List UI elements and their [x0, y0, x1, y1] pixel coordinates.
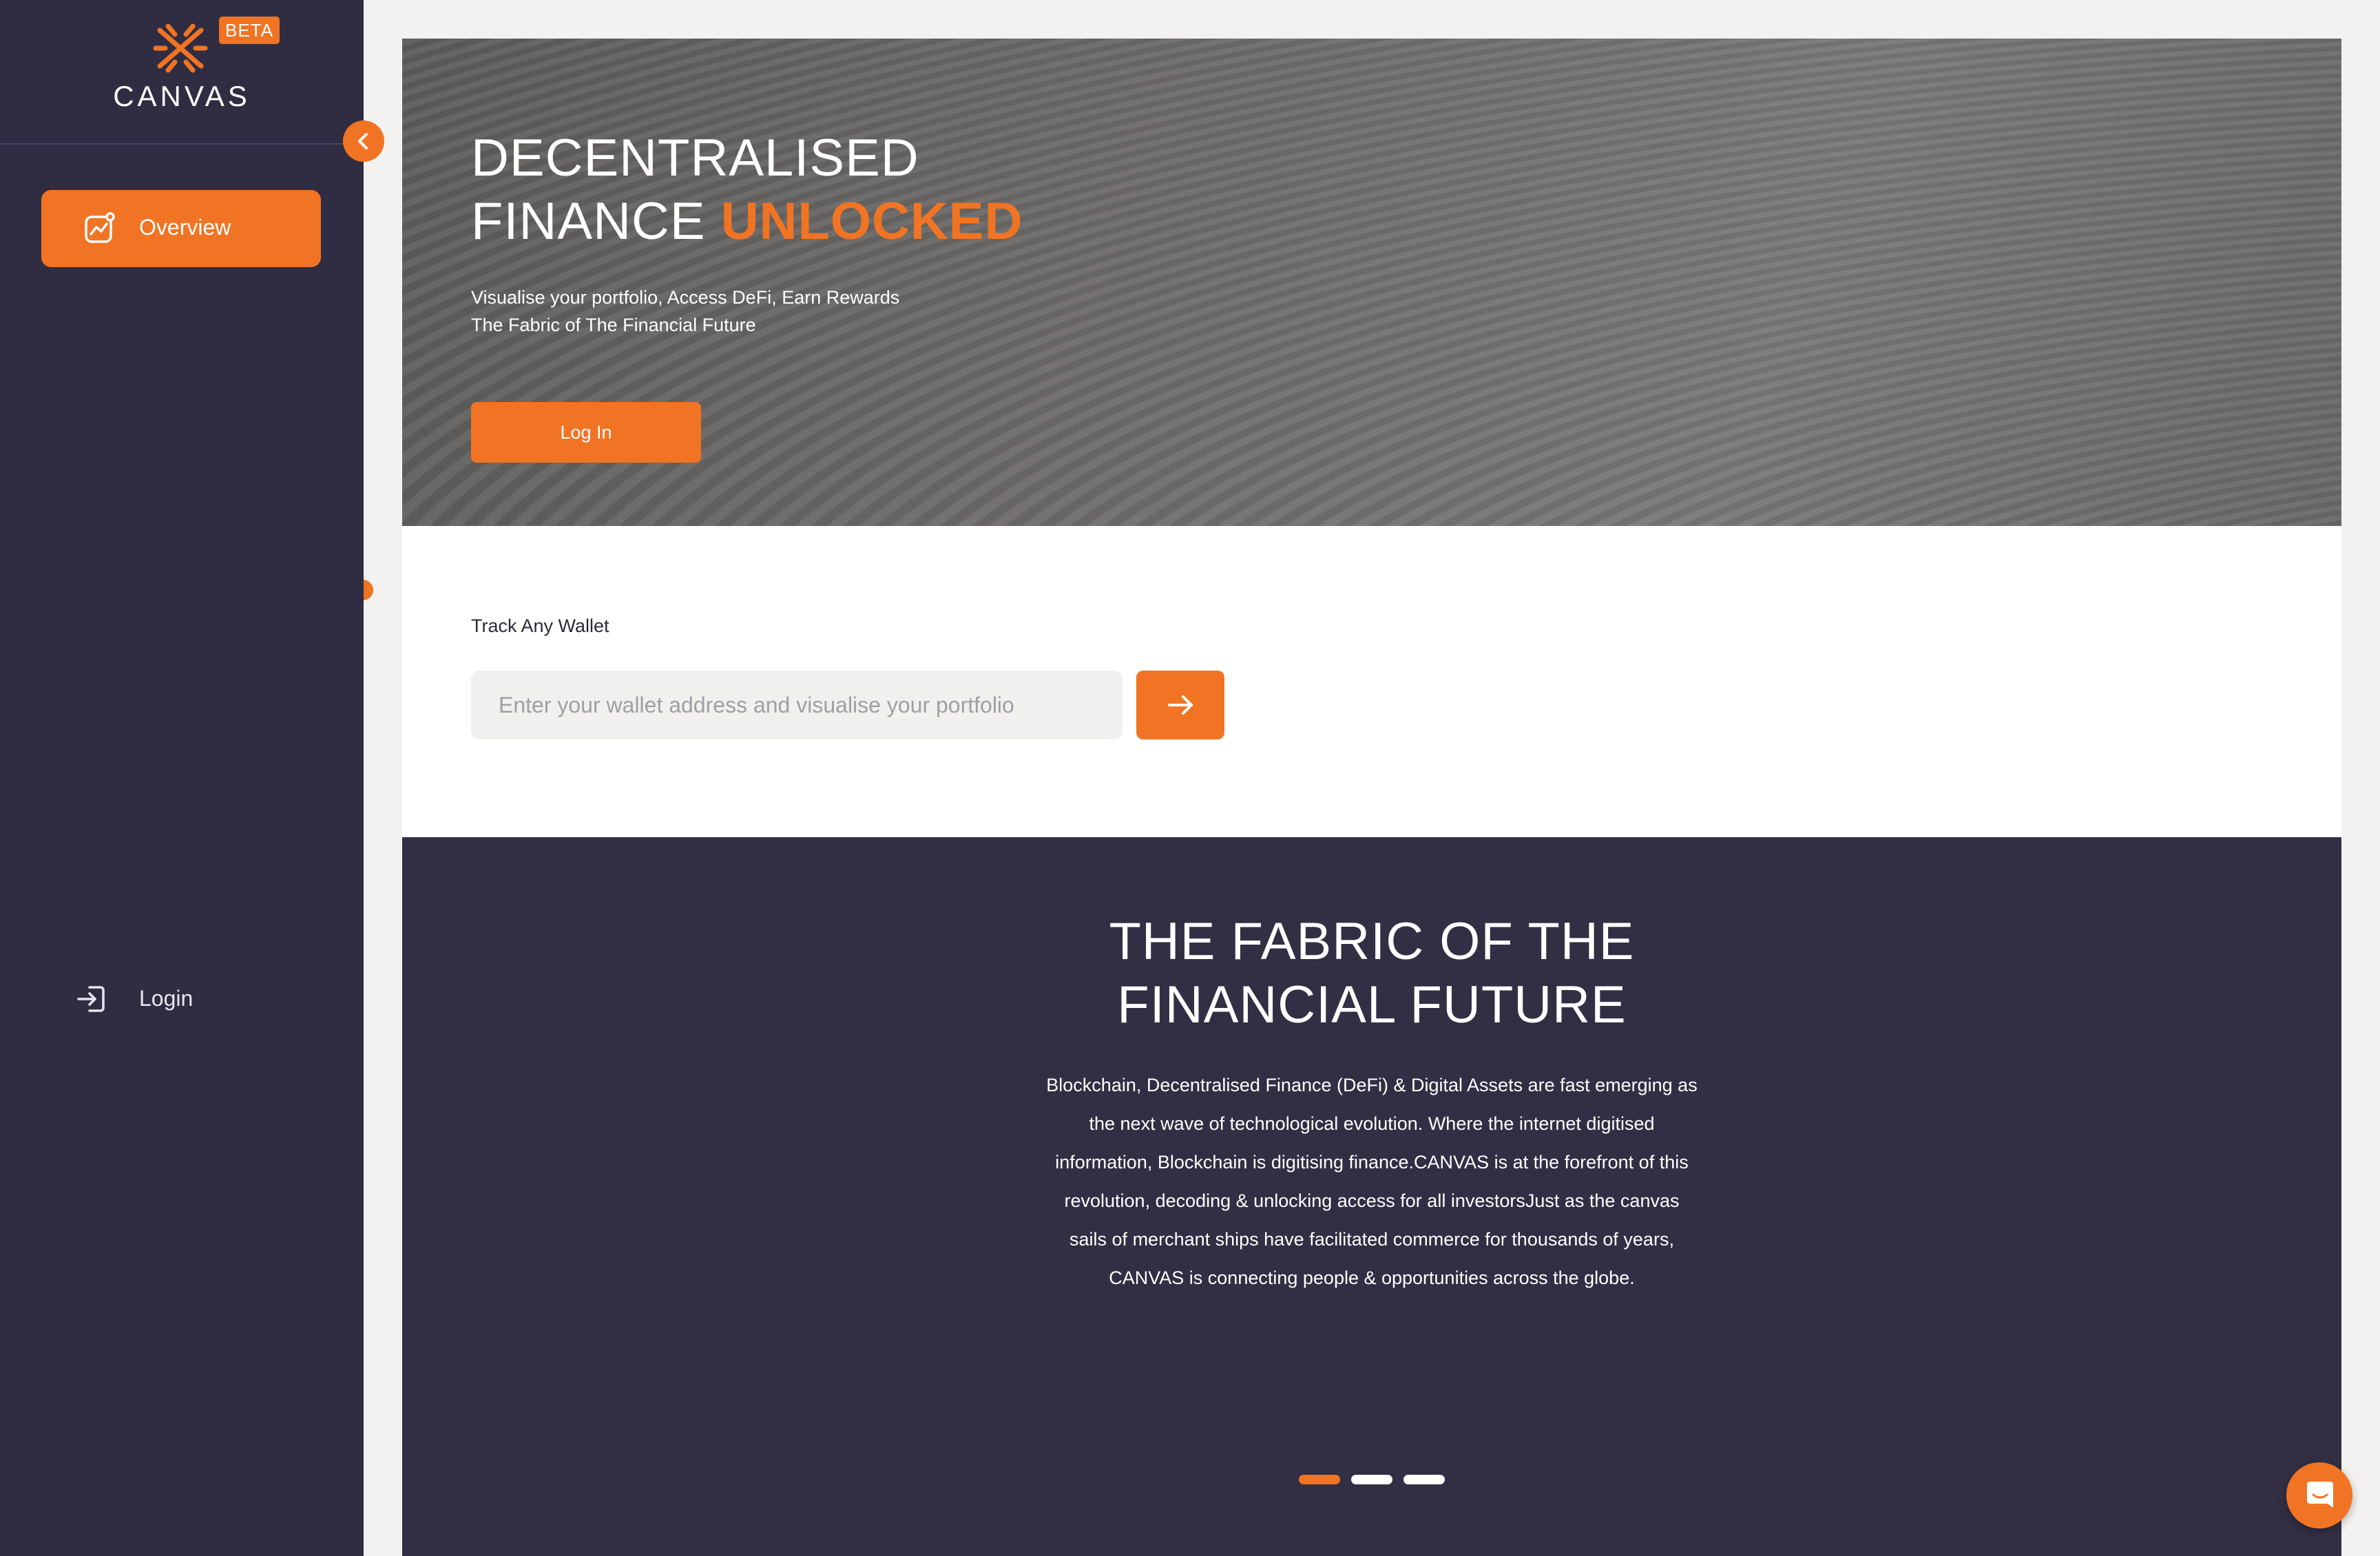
- fabric-line: revolution, decoding & unlocking access …: [1064, 1190, 1680, 1211]
- carousel-dot-3[interactable]: [1403, 1475, 1445, 1484]
- chat-icon: [2307, 1482, 2333, 1508]
- hero-subtitle: Visualise your portfolio, Access DeFi, E…: [471, 284, 899, 339]
- hero-subtitle-line2: The Fabric of The Financial Future: [471, 315, 756, 335]
- login-icon: [77, 986, 105, 1012]
- fabric-line: sails of merchant ships have facilitated…: [1069, 1229, 1674, 1250]
- carousel-dot-1[interactable]: [1299, 1475, 1340, 1484]
- fabric-title-line1: THE FABRIC OF THE: [1109, 912, 1635, 971]
- fabric-line: CANVAS is connecting people & opportunit…: [1109, 1268, 1635, 1288]
- hero-title: DECENTRALISED FINANCE UNLOCKED: [471, 127, 1023, 253]
- logo-area: BETA CANVAS: [0, 0, 364, 145]
- wallet-address-input[interactable]: [471, 671, 1123, 739]
- hero-title-line1: DECENTRALISED: [471, 129, 919, 187]
- arrow-right-icon: [1168, 695, 1193, 715]
- fabric-line: the next wave of technological evolution…: [1089, 1113, 1655, 1134]
- sidebar-item-label: Overview: [139, 215, 231, 240]
- hero-banner: DECENTRALISED FINANCE UNLOCKED Visualise…: [402, 39, 2341, 526]
- chevron-left-icon: [358, 133, 368, 149]
- sidebar-item-login[interactable]: Login: [76, 978, 324, 1019]
- fabric-line: information, Blockchain is digitising fi…: [1055, 1152, 1689, 1173]
- sidebar-item-overview[interactable]: Overview: [41, 190, 321, 267]
- brand-name: CANVAS: [113, 80, 251, 112]
- log-in-button[interactable]: Log In: [471, 402, 701, 463]
- collapse-sidebar-button[interactable]: [343, 120, 384, 162]
- track-wallet-label: Track Any Wallet: [471, 616, 609, 636]
- hero-title-line2: FINANCE UNLOCKED: [471, 190, 1023, 253]
- hero-title-accent: UNLOCKED: [720, 192, 1023, 251]
- canvas-logo-icon: [153, 23, 208, 73]
- sidebar-item-label: Login: [139, 986, 194, 1011]
- chart-icon: [85, 212, 115, 243]
- track-wallet-section: Track Any Wallet: [402, 526, 2341, 837]
- hero-subtitle-line1: Visualise your portfolio, Access DeFi, E…: [471, 287, 900, 308]
- fabric-description: Blockchain, Decentralised Finance (DeFi)…: [1014, 1066, 1730, 1297]
- beta-badge: BETA: [219, 17, 280, 44]
- fabric-line: Blockchain, Decentralised Finance (DeFi)…: [1046, 1075, 1698, 1095]
- carousel-dots: [1299, 1475, 1450, 1486]
- fabric-title-line2: FINANCIAL FUTURE: [1117, 976, 1627, 1034]
- track-wallet-submit-button[interactable]: [1136, 671, 1224, 739]
- fabric-section: THE FABRIC OF THE FINANCIAL FUTURE Block…: [402, 837, 2341, 1556]
- hero-title-prefix: FINANCE: [471, 192, 721, 251]
- collapsed-indicator: [364, 580, 373, 600]
- carousel-dot-2[interactable]: [1351, 1475, 1392, 1484]
- chat-button[interactable]: [2286, 1462, 2352, 1528]
- fabric-title: THE FABRIC OF THE FINANCIAL FUTURE: [402, 910, 2341, 1037]
- sidebar: BETA CANVAS Overview Login: [0, 0, 373, 1556]
